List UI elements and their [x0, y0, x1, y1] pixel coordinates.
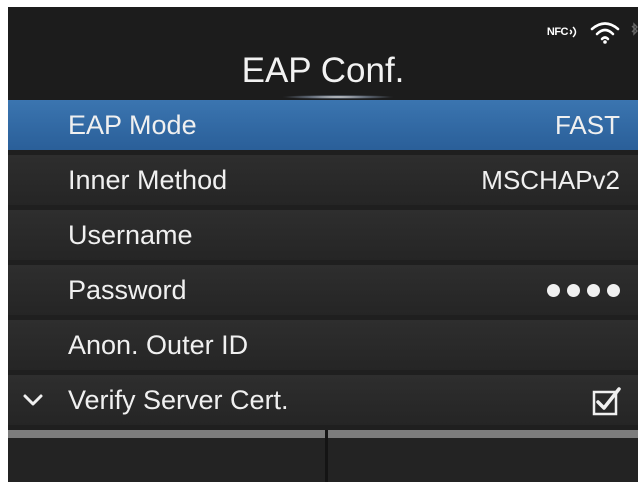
menu-item-label: Verify Server Cert. — [68, 384, 289, 415]
page-title: EAP Conf. — [241, 51, 405, 90]
menu-item-anon-outer-id[interactable]: Anon. Outer ID — [8, 320, 638, 370]
menu-item-verify-server-cert[interactable]: Verify Server Cert. — [8, 375, 638, 425]
menu-item-label: Inner Method — [68, 164, 228, 195]
menu-item-value: MSCHAPv2 — [481, 164, 620, 195]
menu-item-value: FAST — [554, 109, 620, 140]
menu-item-eap-mode[interactable]: EAP Mode FAST — [8, 100, 638, 150]
status-icons: NFC — [547, 17, 638, 47]
menu-item-inner-method[interactable]: Inner Method MSCHAPv2 — [8, 155, 638, 205]
left-soft-button[interactable] — [8, 438, 325, 482]
bluetooth-icon — [631, 22, 638, 36]
button-bar-right-line — [328, 430, 638, 438]
nfc-label: NFC — [546, 26, 569, 38]
menu-item-username[interactable]: Username — [8, 210, 638, 260]
menu-item-password[interactable]: Password — [8, 265, 638, 315]
chevron-down-icon[interactable] — [22, 390, 44, 410]
button-divider — [325, 430, 328, 482]
right-soft-button[interactable] — [328, 438, 638, 482]
button-bar-left-line — [8, 430, 325, 438]
nfc-icon: NFC — [547, 24, 580, 40]
menu-item-label: EAP Mode — [68, 109, 197, 140]
settings-menu: EAP Mode FAST Inner Method MSCHAPv2 User… — [8, 100, 638, 430]
checkbox-checked-icon[interactable] — [592, 386, 622, 416]
wifi-icon — [590, 22, 620, 44]
menu-item-label: Username — [68, 219, 193, 250]
title-underline — [283, 95, 393, 99]
header: NFC EAP Conf. — [8, 7, 638, 100]
password-mask — [547, 283, 620, 297]
nfc-waves-icon — [569, 26, 577, 38]
printer-display: NFC EAP Conf. EAP Mode FAST Inner Method… — [8, 7, 638, 482]
menu-item-label: Anon. Outer ID — [68, 329, 249, 360]
menu-item-label: Password — [68, 274, 187, 305]
